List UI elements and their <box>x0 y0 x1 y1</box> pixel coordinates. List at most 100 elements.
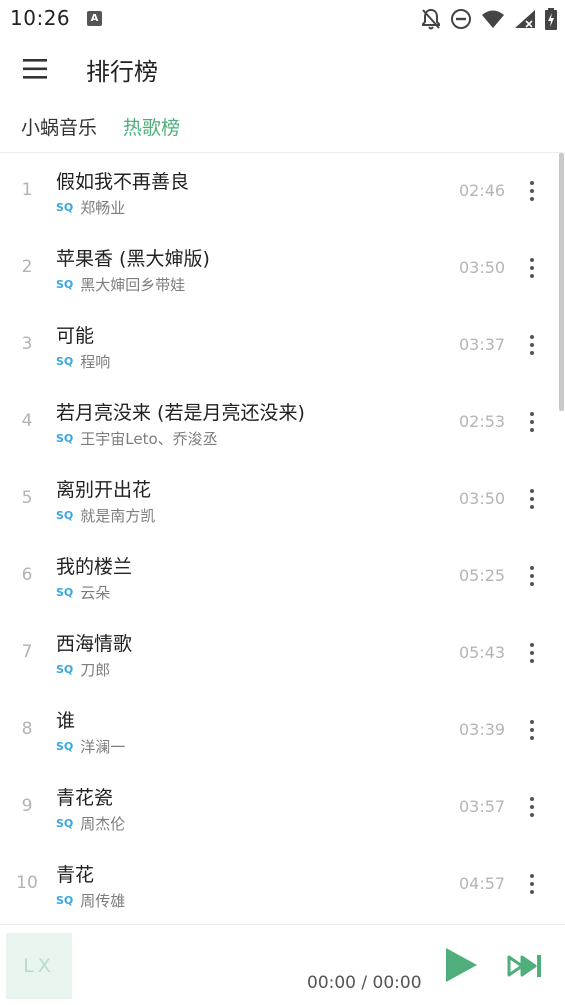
board-tabs: 小蜗音乐 热歌榜 <box>0 106 565 150</box>
song-title: 青花 <box>56 864 95 886</box>
status-bar: 10:26 A <box>0 0 565 38</box>
status-time: 10:26 <box>10 6 71 30</box>
notifications-off-icon <box>422 8 440 30</box>
quality-badge: SQ <box>56 509 74 522</box>
song-duration: 02:53 <box>459 412 506 431</box>
song-title: 可能 <box>56 325 95 347</box>
song-meta: SQ 洋澜一 <box>56 736 125 757</box>
tab-source[interactable]: 小蜗音乐 <box>21 113 97 140</box>
quality-badge: SQ <box>56 355 74 368</box>
song-duration: 03:37 <box>459 335 506 354</box>
do-not-disturb-icon <box>451 9 471 29</box>
song-artist: 周传雄 <box>80 892 126 910</box>
song-artist: 云朵 <box>80 584 111 602</box>
song-row[interactable]: 1 假如我不再善良 SQ 郑畅业 02:46 <box>0 153 556 230</box>
song-rank: 2 <box>21 257 33 277</box>
skip-next-icon <box>507 955 541 977</box>
song-title: 我的楼兰 <box>56 556 133 578</box>
song-meta: SQ 黑大婶回乡带娃 <box>56 274 185 295</box>
more-options-icon[interactable] <box>520 408 544 436</box>
song-title: 若月亮没来 (若是月亮还没来) <box>56 402 305 424</box>
song-meta: SQ 郑畅业 <box>56 197 125 218</box>
song-title: 青花瓷 <box>56 787 114 809</box>
song-title: 谁 <box>56 710 76 732</box>
playback-time: 00:00 / 00:00 <box>307 973 422 993</box>
more-options-icon[interactable] <box>520 485 544 513</box>
song-artist: 洋澜一 <box>80 738 126 756</box>
more-options-icon[interactable] <box>520 562 544 590</box>
song-title: 苹果香 (黑大婶版) <box>56 248 210 270</box>
scrollbar[interactable] <box>559 153 564 411</box>
song-duration: 03:50 <box>459 258 506 277</box>
song-row[interactable]: 2 苹果香 (黑大婶版) SQ 黑大婶回乡带娃 03:50 <box>0 230 556 307</box>
song-duration: 05:43 <box>459 643 506 662</box>
tab-hot-songs[interactable]: 热歌榜 <box>123 113 180 140</box>
quality-badge: SQ <box>56 201 74 214</box>
more-options-icon[interactable] <box>520 793 544 821</box>
song-row[interactable]: 9 青花瓷 SQ 周杰伦 03:57 <box>0 769 556 846</box>
song-duration: 03:39 <box>459 720 506 739</box>
song-artist: 程响 <box>80 353 111 371</box>
song-artist: 黑大婶回乡带娃 <box>80 276 186 294</box>
app-notification-icon: A <box>87 11 102 26</box>
song-duration: 03:57 <box>459 797 506 816</box>
song-rank: 7 <box>21 642 33 662</box>
more-options-icon[interactable] <box>520 716 544 744</box>
song-rank: 8 <box>21 719 33 739</box>
song-duration: 05:25 <box>459 566 506 585</box>
song-meta: SQ 王宇宙Leto、乔浚丞 <box>56 428 218 449</box>
quality-badge: SQ <box>56 817 74 830</box>
song-meta: SQ 周杰伦 <box>56 813 125 834</box>
player-bar: LX 00:00 / 00:00 <box>0 924 565 1005</box>
battery-charging-icon <box>545 8 557 30</box>
song-artist: 郑畅业 <box>80 199 126 217</box>
signal-icon <box>515 10 535 28</box>
play-icon <box>446 948 477 982</box>
song-row[interactable]: 4 若月亮没来 (若是月亮还没来) SQ 王宇宙Leto、乔浚丞 02:53 <box>0 384 556 461</box>
more-options-icon[interactable] <box>520 870 544 898</box>
next-button[interactable] <box>506 951 546 981</box>
status-icons <box>421 7 557 31</box>
song-artist: 刀郎 <box>80 661 111 679</box>
play-button[interactable] <box>440 945 480 985</box>
song-list[interactable]: 1 假如我不再善良 SQ 郑畅业 02:46 2 苹果香 (黑大婶版) SQ 黑大婶回乡带娃 03… <box>0 153 565 923</box>
song-meta: SQ 刀郎 <box>56 659 110 680</box>
song-title: 西海情歌 <box>56 633 133 655</box>
app-header: 排行榜 <box>0 44 565 94</box>
song-rank: 3 <box>21 334 33 354</box>
song-meta: SQ 云朵 <box>56 582 110 603</box>
more-options-icon[interactable] <box>520 254 544 282</box>
song-row[interactable]: 8 谁 SQ 洋澜一 03:39 <box>0 692 556 769</box>
song-meta: SQ 就是南方凯 <box>56 505 155 526</box>
more-options-icon[interactable] <box>520 639 544 667</box>
quality-badge: SQ <box>56 894 74 907</box>
song-row[interactable]: 6 我的楼兰 SQ 云朵 05:25 <box>0 538 556 615</box>
song-rank: 5 <box>21 488 33 508</box>
song-row[interactable]: 10 青花 SQ 周传雄 04:57 <box>0 846 556 923</box>
song-duration: 04:57 <box>459 874 506 893</box>
song-rank: 9 <box>21 796 33 816</box>
page-title: 排行榜 <box>86 58 158 86</box>
song-rank: 6 <box>21 565 33 585</box>
song-title: 离别开出花 <box>56 479 152 501</box>
quality-badge: SQ <box>56 278 74 291</box>
song-duration: 03:50 <box>459 489 506 508</box>
quality-badge: SQ <box>56 740 74 753</box>
hamburger-menu-icon <box>23 59 47 79</box>
song-duration: 02:46 <box>459 181 506 200</box>
album-cover[interactable]: LX <box>6 933 72 999</box>
song-rank: 10 <box>16 873 38 893</box>
more-options-icon[interactable] <box>520 177 544 205</box>
song-row[interactable]: 5 离别开出花 SQ 就是南方凯 03:50 <box>0 461 556 538</box>
more-options-icon[interactable] <box>520 331 544 359</box>
song-title: 假如我不再善良 <box>56 171 190 193</box>
wifi-icon <box>482 10 504 28</box>
song-rank: 1 <box>21 180 33 200</box>
song-row[interactable]: 7 西海情歌 SQ 刀郎 05:43 <box>0 615 556 692</box>
song-row[interactable]: 3 可能 SQ 程响 03:37 <box>0 307 556 384</box>
song-meta: SQ 程响 <box>56 351 110 372</box>
menu-button[interactable] <box>20 54 50 84</box>
song-meta: SQ 周传雄 <box>56 890 125 911</box>
song-artist: 王宇宙Leto、乔浚丞 <box>80 430 218 448</box>
quality-badge: SQ <box>56 586 74 599</box>
